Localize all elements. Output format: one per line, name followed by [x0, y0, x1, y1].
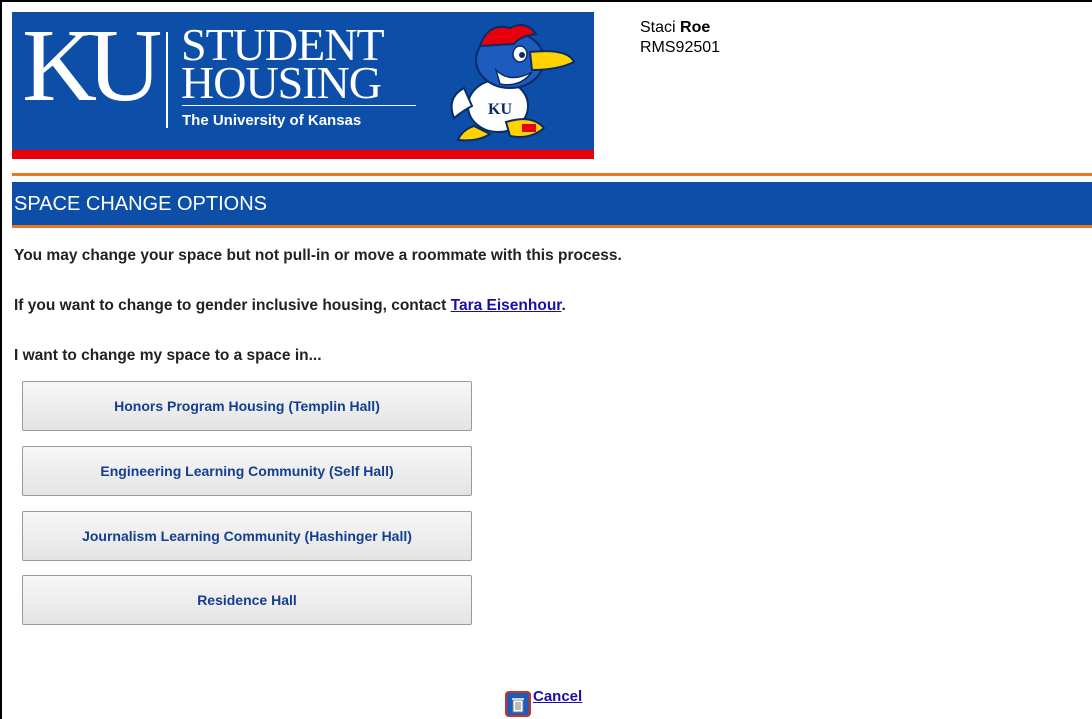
- contact-link[interactable]: Tara Eisenhour: [451, 297, 562, 314]
- banner-red-stripe: [12, 150, 594, 159]
- residence-hall-button[interactable]: Residence Hall: [22, 575, 472, 625]
- logo-divider: [166, 32, 168, 128]
- trash-can-icon[interactable]: [505, 691, 531, 717]
- jayhawk-mascot-icon: KU: [450, 24, 576, 142]
- user-info: Staci Roe RMS92501: [640, 18, 720, 58]
- honors-housing-button[interactable]: Honors Program Housing (Templin Hall): [22, 381, 472, 431]
- user-first-name: Staci: [640, 19, 676, 36]
- section-top-accent: [12, 173, 1092, 176]
- user-name: Staci Roe: [640, 18, 720, 38]
- engineering-community-button[interactable]: Engineering Learning Community (Self Hal…: [22, 446, 472, 496]
- section-bottom-accent: [12, 225, 1092, 228]
- roommate-note: You may change your space but not pull-i…: [14, 247, 622, 264]
- change-prompt: I want to change my space to a space in.…: [14, 347, 322, 364]
- page-title: SPACE CHANGE OPTIONS: [14, 193, 268, 215]
- gender-inclusive-note-suffix: .: [561, 297, 566, 314]
- university-name: The University of Kansas: [182, 112, 362, 129]
- ku-logo-letters: KU: [22, 8, 162, 123]
- cancel-link[interactable]: Cancel: [533, 688, 582, 705]
- user-id: RMS92501: [640, 39, 721, 56]
- cancel-control[interactable]: Cancel: [505, 688, 582, 717]
- gender-inclusive-note: If you want to change to gender inclusiv…: [14, 297, 566, 315]
- user-last-name: Roe: [680, 19, 711, 36]
- banner-title-underline: [182, 105, 416, 106]
- svg-text:KU: KU: [488, 101, 512, 118]
- banner-title-housing: HOUSING: [181, 57, 382, 108]
- gender-inclusive-note-text: If you want to change to gender inclusiv…: [14, 297, 451, 314]
- journalism-community-button[interactable]: Journalism Learning Community (Hashinger…: [22, 511, 472, 561]
